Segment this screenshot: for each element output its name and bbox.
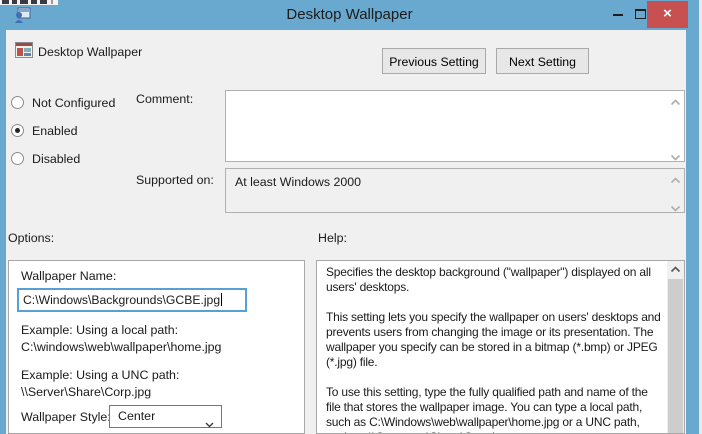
help-section-label: Help: [318,231,347,245]
radio-disabled[interactable]: Disabled [11,150,80,167]
background-window-fragment [0,0,58,6]
chevron-down-icon [205,414,214,428]
next-setting-button[interactable]: Next Setting [496,48,589,74]
help-scrollbar[interactable] [667,261,684,433]
titlebar[interactable]: Desktop Wallpaper × [0,0,699,30]
scroll-down-icon[interactable] [670,201,681,212]
setting-title: Desktop Wallpaper [38,45,143,59]
wallpaper-name-label: Wallpaper Name: [21,269,117,283]
wallpaper-style-label: Wallpaper Style: [21,410,111,424]
comment-textarea[interactable] [225,90,685,162]
scroll-up-icon[interactable] [670,95,681,106]
window-title: Desktop Wallpaper [286,6,413,23]
screen: Desktop Wallpaper × Desktop Wallpaper Pr… [0,0,702,434]
example-local-path: C:\windows\web\wallpaper\home.jpg [21,340,222,354]
radio-enabled[interactable]: Enabled [11,122,77,139]
minimize-button[interactable] [608,0,630,28]
dialog-window: Desktop Wallpaper × Desktop Wallpaper Pr… [0,0,699,434]
scroll-down-icon[interactable] [670,150,681,161]
options-section-label: Options: [8,231,55,245]
comment-label: Comment: [136,92,194,106]
example-local-title: Example: Using a local path: [21,323,179,337]
radio-icon [11,152,24,165]
supported-on-value: At least Windows 2000 [235,175,362,189]
wallpaper-name-input[interactable]: C:\Windows\Backgrounds\GCBE.jpg [17,288,247,312]
radio-label: Disabled [32,151,81,166]
radio-label: Enabled [32,123,78,138]
text-caret [221,293,223,306]
scroll-up-icon[interactable] [670,173,681,184]
previous-setting-button[interactable]: Previous Setting [382,48,486,74]
minimize-icon [613,14,623,16]
help-panel: Specifies the desktop background ("wallp… [316,260,685,434]
help-text: Specifies the desktop background ("wallp… [326,265,661,433]
radio-icon [11,96,24,109]
radio-icon [11,124,24,137]
scroll-up-icon[interactable] [667,263,684,277]
wallpaper-style-value: Center [118,409,156,423]
radio-not-configured[interactable]: Not Configured [11,94,115,111]
maximize-icon [635,9,646,19]
supported-on-label: Supported on: [136,173,214,187]
policy-setting-icon [15,42,33,58]
close-icon: × [663,5,672,22]
example-unc-title: Example: Using a UNC path: [21,368,180,382]
supported-on-box: At least Windows 2000 [225,168,685,213]
wallpaper-name-value: C:\Windows\Backgrounds\GCBE.jpg [23,293,221,307]
dialog-client-area: Desktop Wallpaper Previous Setting Next … [6,30,686,434]
radio-label: Not Configured [32,95,116,110]
scrollbar-thumb[interactable] [668,279,683,433]
wallpaper-style-dropdown[interactable]: Center [109,405,222,428]
example-unc-path: \\Server\Share\Corp.jpg [21,385,152,399]
options-panel: Wallpaper Name: C:\Windows\Backgrounds\G… [8,260,305,434]
close-button[interactable]: × [647,1,688,28]
